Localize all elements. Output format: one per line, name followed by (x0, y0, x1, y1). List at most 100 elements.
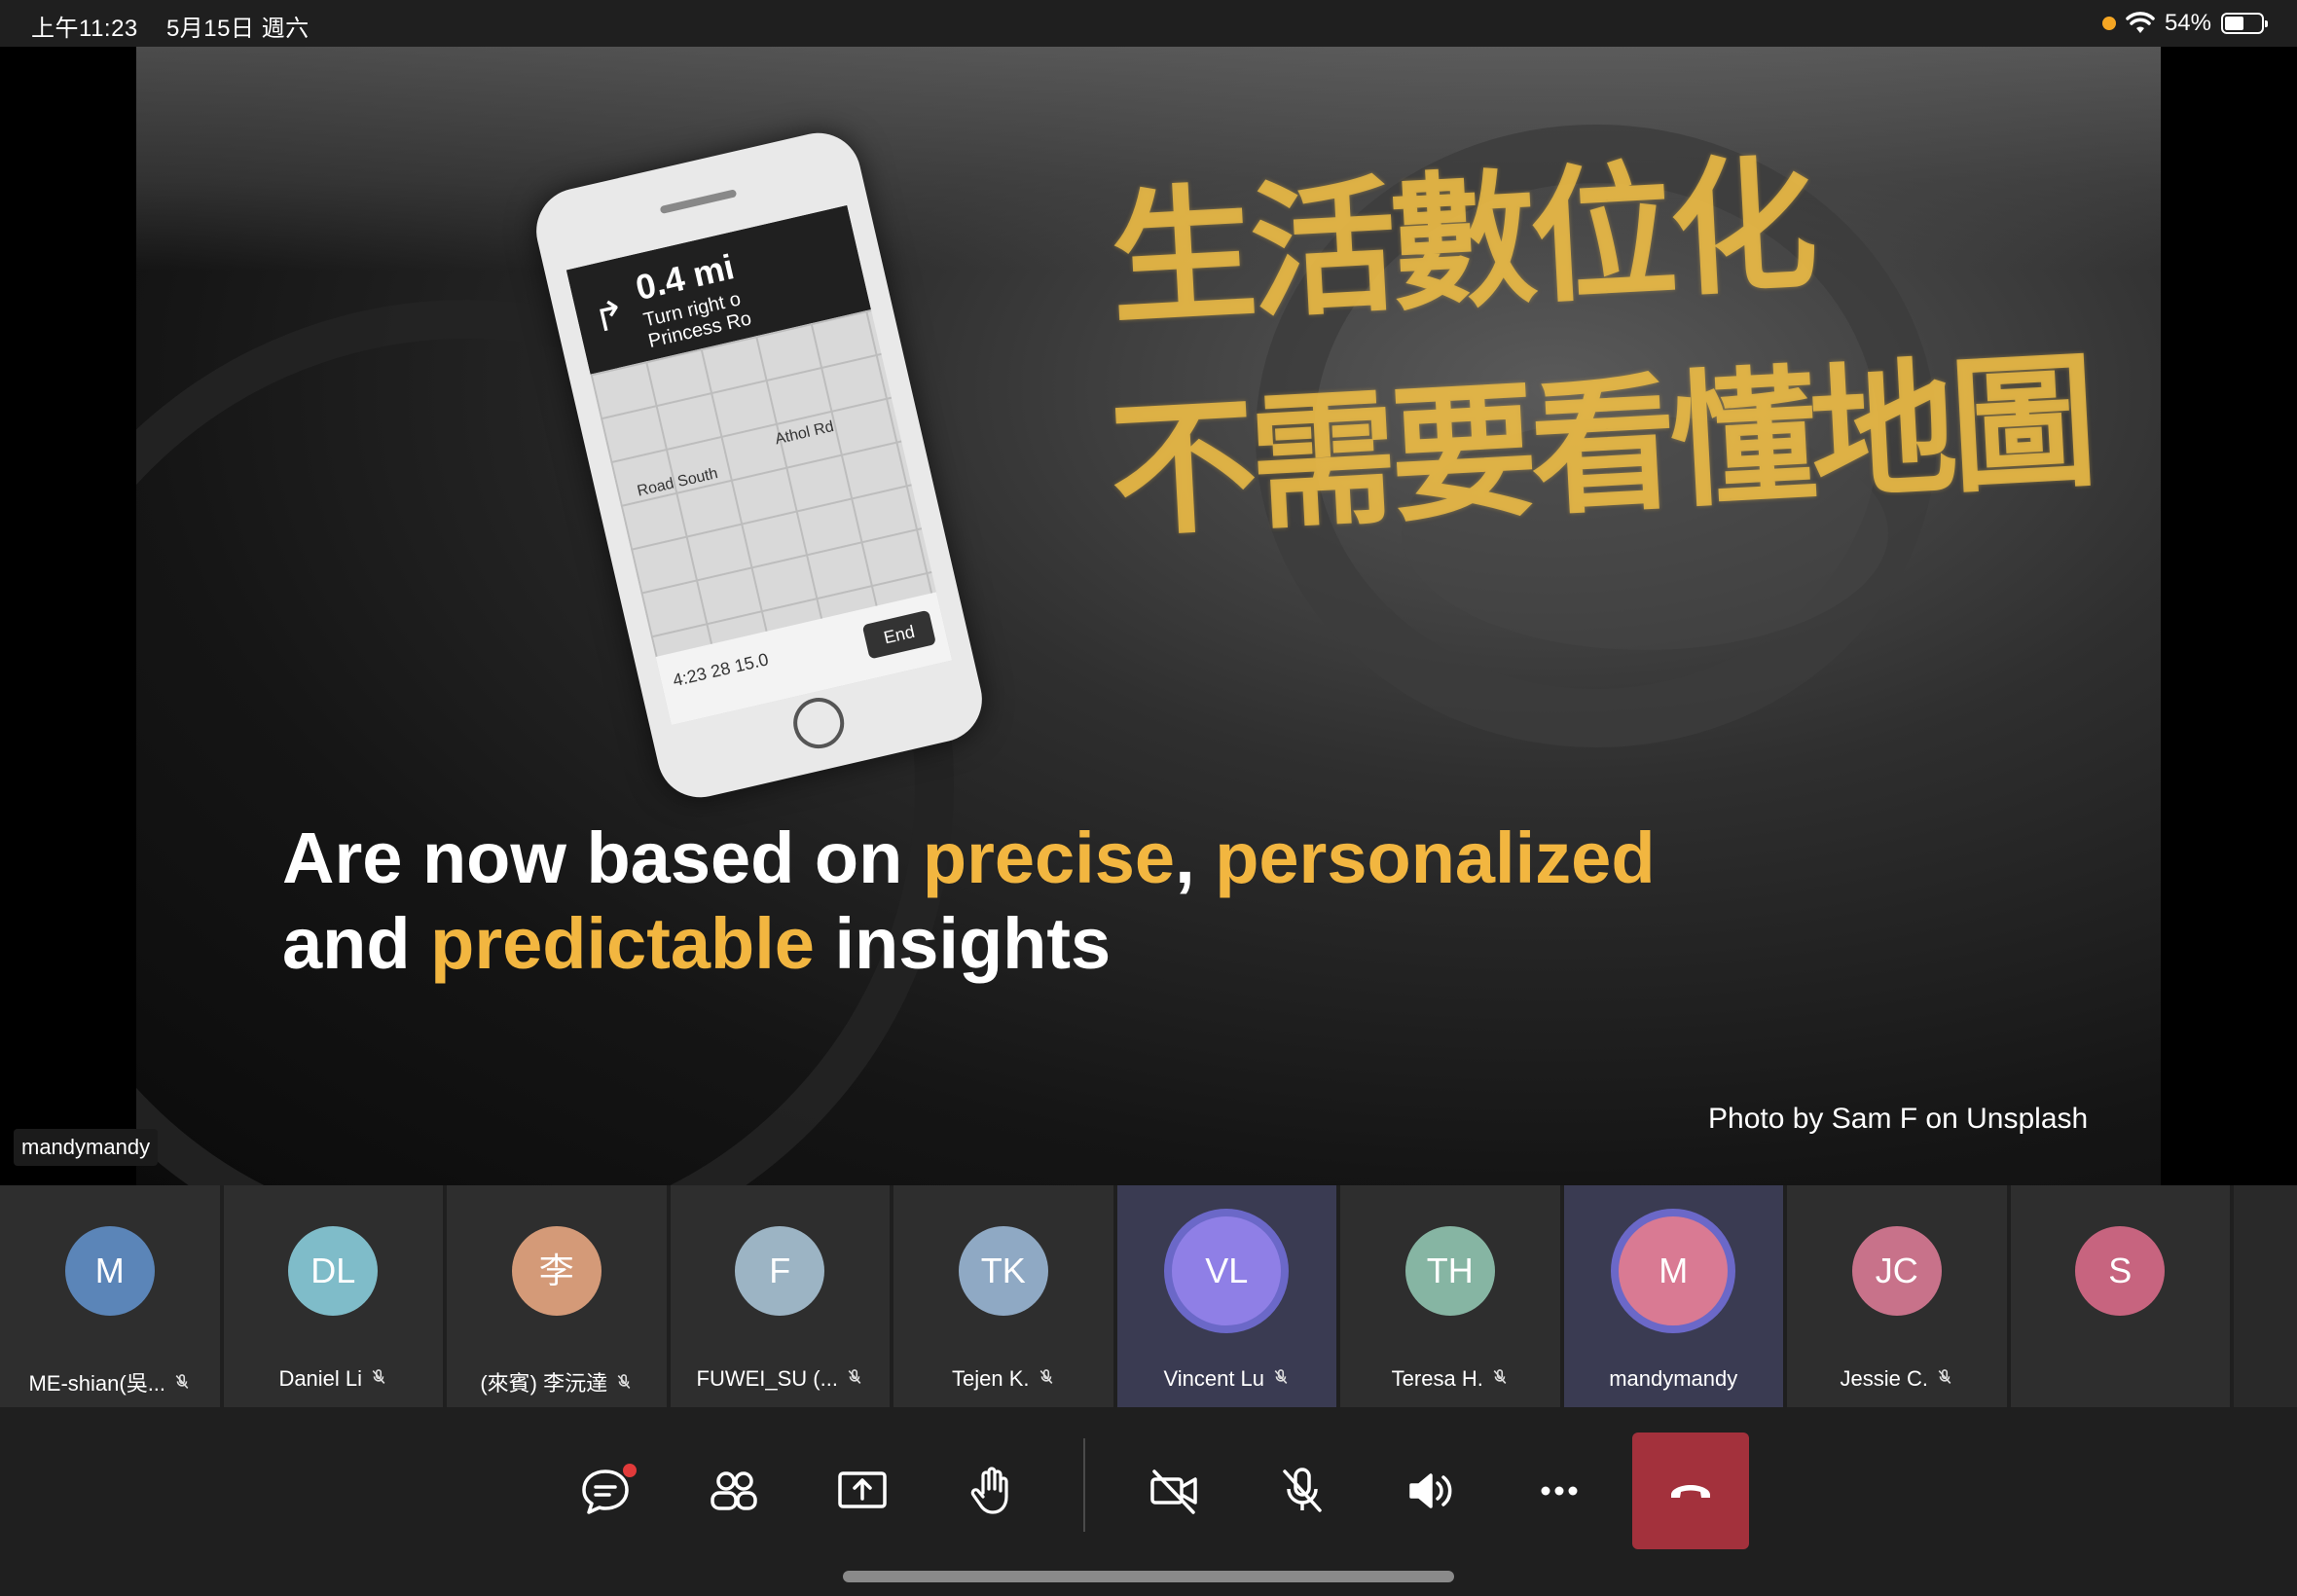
participant-name-text: Daniel Li (278, 1366, 363, 1391)
participant-avatar: DL (288, 1226, 379, 1316)
participant-name-text: FUWEI_SU (... (696, 1366, 838, 1391)
more-icon (1541, 1486, 1578, 1496)
presenter-name-tag: mandymandy (14, 1129, 159, 1166)
participant-name: mandymandy (1564, 1366, 1784, 1392)
participant-avatar: 李 (511, 1226, 602, 1316)
turn-right-icon: ↱ (589, 292, 631, 342)
participant-name: Teresa H. (1340, 1366, 1560, 1392)
toolbar-divider (1083, 1438, 1085, 1532)
participant-name: Vincent Lu (1117, 1366, 1337, 1392)
headline-highlight: predictable (430, 903, 815, 984)
participant-tile[interactable]: TH Teresa H. (1340, 1185, 1564, 1407)
slide-headline-line2: and predictable insights (282, 901, 1656, 987)
map-eta: 4:23 28 15.0 (671, 649, 771, 691)
meeting-toolbar (0, 1407, 2297, 1596)
share-screen-button[interactable] (804, 1433, 921, 1549)
participant-tile[interactable]: Mmandymandy (1563, 1185, 1787, 1407)
headline-text: Are now based on (282, 817, 923, 898)
speaker-icon (1409, 1473, 1452, 1508)
slide-headline: Are now based on precise, personalized a… (282, 816, 1656, 987)
headline-highlight: personalized (1215, 817, 1656, 898)
mic-off-icon (1038, 1368, 1055, 1391)
headline-text: insights (814, 903, 1112, 984)
more-options-button[interactable] (1501, 1433, 1618, 1549)
status-time: 上午11:23 (31, 16, 138, 42)
camera-off-icon (1150, 1469, 1197, 1514)
mic-off-icon (1272, 1368, 1290, 1391)
phone-speaker (659, 189, 738, 215)
headline-highlight: precise (922, 817, 1176, 898)
raise-hand-button[interactable] (932, 1433, 1049, 1549)
participants-icon (711, 1471, 757, 1510)
map-label-athol: Athol Rd (773, 418, 836, 449)
handwritten-annotation-line1: 生活數位化 (1106, 140, 1815, 346)
presentation-slide: ↱ 0.4 mi Turn right o Princess Ro Road S… (136, 47, 2161, 1185)
headline-text: and (282, 903, 431, 984)
phone-home-button (788, 692, 850, 754)
status-time-date: 上午11:23 5月15日 週六 (31, 9, 331, 43)
participant-name-text: Teresa H. (1391, 1366, 1483, 1391)
participant-avatar: M (64, 1226, 155, 1316)
map-label-road-south: Road South (636, 465, 720, 500)
participant-tile[interactable]: 李 (來賓) 李沅達 (447, 1185, 671, 1407)
participant-avatar: F (735, 1226, 825, 1316)
status-bar: 上午11:23 5月15日 週六 54% (0, 0, 2297, 47)
participant-avatar: M (1611, 1209, 1736, 1333)
participants-strip[interactable]: M ME-shian(吳... DL Daniel Li 李 (來賓) 李沅達 F FUWEI… (0, 1185, 2297, 1407)
camera-toggle-button[interactable] (1115, 1433, 1232, 1549)
participant-name-text: Tejen K. (952, 1366, 1030, 1391)
participant-name-text: Vincent Lu (1163, 1366, 1265, 1391)
participant-avatar: VL (1164, 1209, 1290, 1333)
participant-name-text: (來賓) 李沅達 (480, 1371, 608, 1396)
wifi-icon (2126, 12, 2155, 33)
raise-hand-icon (970, 1467, 1008, 1514)
participant-tile[interactable]: DL Daniel Li (223, 1185, 447, 1407)
hang-up-icon (1671, 1485, 1710, 1498)
participant-tile[interactable]: VL Vincent Lu (1116, 1185, 1340, 1407)
participant-name: Jessie C. (1787, 1366, 2007, 1392)
mic-off-icon (846, 1368, 863, 1391)
participant-avatar: TK (958, 1226, 1048, 1316)
participant-tile[interactable]: TK Tejen K. (893, 1185, 1117, 1407)
map-end-button: End (861, 609, 937, 660)
participant-tile[interactable]: M ME-shian(吳... (0, 1185, 224, 1407)
status-date: 5月15日 週六 (165, 16, 310, 42)
slide-headline-line1: Are now based on precise, personalized (282, 816, 1656, 901)
mic-off-icon (1491, 1368, 1509, 1391)
participant-tile[interactable]: JC Jessie C. (1787, 1185, 2011, 1407)
photo-credit: Photo by Sam F on Unsplash (1708, 1103, 2089, 1135)
participant-name-text: mandymandy (1609, 1366, 1738, 1391)
participants-button[interactable] (675, 1433, 792, 1549)
participant-tile[interactable]: S (2010, 1185, 2234, 1407)
leave-call-button[interactable] (1632, 1433, 1749, 1549)
recording-dot-icon (2101, 17, 2116, 30)
participant-name-text: ME-shian(吳... (28, 1371, 166, 1396)
battery-percent: 54% (2164, 10, 2211, 36)
mic-off-icon (1936, 1368, 1953, 1391)
mic-off-icon (1283, 1468, 1322, 1512)
mic-off-icon (370, 1368, 387, 1391)
chat-button[interactable] (547, 1433, 664, 1549)
headline-text: , (1175, 817, 1216, 898)
chat-unread-badge (623, 1464, 637, 1477)
home-indicator[interactable] (843, 1571, 1454, 1582)
shared-content-stage: ↱ 0.4 mi Turn right o Princess Ro Road S… (0, 47, 2297, 1185)
mic-toggle-button[interactable] (1244, 1433, 1361, 1549)
participant-avatar: JC (1851, 1226, 1942, 1316)
participant-name: ME-shian(吳... (0, 1366, 220, 1397)
speaker-button[interactable] (1372, 1433, 1489, 1549)
share-screen-icon (838, 1471, 887, 1508)
participant-name: Daniel Li (224, 1366, 444, 1392)
participant-avatar: TH (1404, 1226, 1495, 1316)
battery-icon (2221, 13, 2268, 34)
participant-tile[interactable]: F FUWEI_SU (... (670, 1185, 893, 1407)
status-indicators: 54% (2101, 8, 2268, 39)
battery-level (2225, 17, 2244, 30)
mic-off-icon (173, 1373, 191, 1396)
participant-name-text: Jessie C. (1840, 1366, 1928, 1391)
participant-name: Tejen K. (893, 1366, 1113, 1392)
participant-avatar: S (2075, 1226, 2166, 1316)
participant-name: FUWEI_SU (... (671, 1366, 891, 1392)
participant-name: (來賓) 李沅達 (447, 1366, 667, 1397)
mic-off-icon (615, 1373, 633, 1396)
